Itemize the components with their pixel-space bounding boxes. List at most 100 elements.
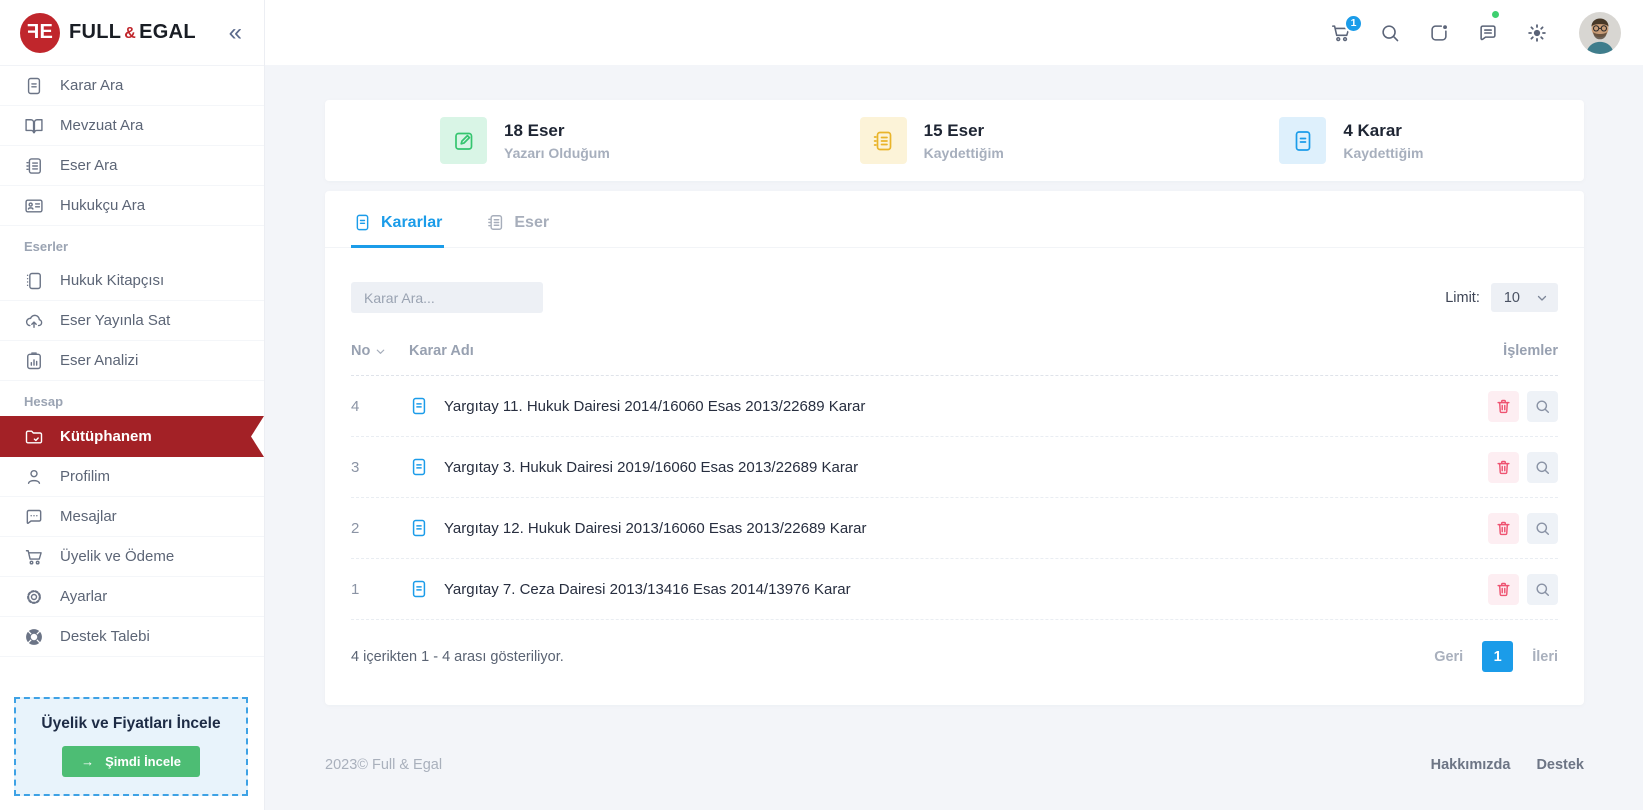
stat-label: Kaydettiğim — [923, 144, 1004, 161]
sidebar-item-eser-ara[interactable]: Eser Ara — [0, 146, 264, 186]
topbar: 1 — [265, 0, 1643, 65]
decision-link[interactable]: Yargıtay 11. Hukuk Dairesi 2014/16060 Es… — [409, 396, 1488, 416]
content-column: 1 18 Eser Yazarı Olduğum 15 Eser Kaydett… — [265, 0, 1643, 810]
limit-control: Limit: 10 — [1445, 283, 1558, 312]
gear-icon — [24, 587, 44, 607]
copyright-text: 2023© Full & Egal — [325, 757, 443, 773]
tab-label: Eser — [514, 213, 550, 231]
column-no[interactable]: No — [351, 343, 409, 359]
stat-saved-works: 15 Eser Kaydettiğim — [745, 117, 1165, 164]
file-text-icon — [409, 457, 429, 477]
sidebar-item-hukukcu-ara[interactable]: Hukukçu Ara — [0, 186, 264, 226]
sidebar-item-karar-ara[interactable]: Karar Ara — [0, 66, 264, 106]
row-number: 4 — [351, 397, 360, 415]
trash-icon — [1497, 521, 1510, 535]
table-footer: 4 içerikten 1 - 4 arası gösteriliyor. Ge… — [351, 620, 1558, 705]
row-actions — [1488, 451, 1558, 483]
sidebar-item-label: Karar Ara — [60, 77, 124, 94]
messages-button[interactable] — [1477, 10, 1499, 44]
delete-button[interactable] — [1488, 451, 1519, 483]
magnifier-icon — [1536, 521, 1550, 535]
footer-link-destek[interactable]: Destek — [1536, 757, 1584, 773]
sidebar-item-eser-yayinla-sat[interactable]: Eser Yayınla Sat — [0, 301, 264, 341]
delete-button[interactable] — [1488, 512, 1519, 544]
book-open-icon — [24, 116, 44, 136]
sidebar-item-uyelik-odeme[interactable]: Üyelik ve Ödeme — [0, 537, 264, 577]
stat-label: Kaydettiğim — [1343, 144, 1424, 161]
stat-authored-works: 18 Eser Yazarı Olduğum — [325, 117, 745, 164]
sidebar-item-label: Eser Ara — [60, 157, 118, 174]
cart-badge: 1 — [1344, 13, 1363, 33]
limit-label: Limit: — [1445, 289, 1480, 306]
row-actions — [1488, 573, 1558, 605]
view-button[interactable] — [1527, 512, 1558, 544]
library-card: Kararlar Eser Limit: 10 — [325, 191, 1584, 705]
promo-title: Üyelik ve Fiyatları İncele — [41, 715, 221, 732]
sidebar-item-mevzuat-ara[interactable]: Mevzuat Ara — [0, 106, 264, 146]
notifications-button[interactable] — [1428, 22, 1450, 44]
row-number: 3 — [351, 458, 360, 476]
table-row: 2 Yargıtay 12. Hukuk Dairesi 2013/16060 … — [351, 498, 1558, 559]
row-actions — [1488, 512, 1558, 544]
pagination-prev[interactable]: Geri — [1434, 649, 1463, 665]
decision-search-input[interactable] — [351, 282, 543, 313]
list-page-icon — [488, 215, 503, 230]
brand-name: FULL & EGAL — [69, 21, 196, 43]
trash-icon — [1497, 399, 1510, 413]
tab-label: Kararlar — [381, 213, 443, 231]
file-text-icon — [356, 214, 369, 231]
delete-button[interactable] — [1488, 573, 1519, 605]
promo-cta-button[interactable]: → Şimdi İncele — [62, 746, 200, 777]
cloud-upload-icon — [24, 311, 44, 331]
stat-value: 4 Karar — [1343, 120, 1402, 140]
life-ring-icon — [24, 627, 44, 647]
pagination: Geri 1 İleri — [1434, 641, 1558, 672]
sidebar-item-destek-talebi[interactable]: Destek Talebi — [0, 617, 264, 657]
decision-link[interactable]: Yargıtay 7. Ceza Dairesi 2013/13416 Esas… — [409, 579, 1488, 599]
sidebar-item-profilim[interactable]: Profilim — [0, 457, 264, 497]
magnifier-icon — [1536, 460, 1550, 474]
row-number: 2 — [351, 519, 360, 537]
sidebar-section-hesap: Hesap — [24, 394, 64, 409]
sidebar-item-ayarlar[interactable]: Ayarlar — [0, 577, 264, 617]
sidebar-item-hukuk-kitapcisi[interactable]: Hukuk Kitapçısı — [0, 261, 264, 301]
sidebar-item-kutuphanem[interactable]: Kütüphanem — [0, 416, 264, 457]
sidebar-item-label: Kütüphanem — [60, 428, 152, 445]
view-button[interactable] — [1527, 451, 1558, 483]
card-body: Limit: 10 No Karar Adı İşlemler — [325, 248, 1584, 705]
limit-select[interactable]: 10 — [1490, 283, 1558, 312]
decision-link[interactable]: Yargıtay 3. Hukuk Dairesi 2019/16060 Esa… — [409, 457, 1488, 477]
theme-toggle-button[interactable] — [1526, 22, 1548, 44]
sidebar-item-label: Mesajlar — [60, 508, 117, 525]
stat-value: 15 Eser — [923, 120, 985, 140]
cart-icon — [24, 547, 44, 567]
pagination-page-1[interactable]: 1 — [1482, 641, 1514, 672]
delete-button[interactable] — [1488, 390, 1519, 422]
footer-link-hakkimizda[interactable]: Hakkımızda — [1431, 757, 1511, 773]
tab-eser[interactable]: Eser — [484, 191, 551, 248]
brand-logo-icon: FE — [20, 12, 60, 53]
main-content: 18 Eser Yazarı Olduğum 15 Eser Kaydettiğ… — [265, 65, 1643, 810]
membership-promo-box: Üyelik ve Fiyatları İncele → Şimdi İncel… — [14, 697, 248, 796]
decision-link[interactable]: Yargıtay 12. Hukuk Dairesi 2013/16060 Es… — [409, 518, 1488, 538]
sidebar-collapse-icon[interactable]: « — [223, 19, 248, 47]
magnifier-icon — [1536, 399, 1550, 413]
tab-kararlar[interactable]: Kararlar — [351, 191, 445, 248]
row-number: 1 — [351, 580, 360, 598]
arrow-right-icon: → — [81, 754, 95, 769]
sidebar-item-eser-analizi[interactable]: Eser Analizi — [0, 341, 264, 381]
view-button[interactable] — [1527, 573, 1558, 605]
pagination-next[interactable]: İleri — [1532, 649, 1558, 665]
cart-button[interactable]: 1 — [1330, 13, 1363, 44]
sidebar-item-label: Eser Yayınla Sat — [60, 312, 171, 329]
table-row: 4 Yargıtay 11. Hukuk Dairesi 2014/16060 … — [351, 376, 1558, 437]
user-avatar[interactable] — [1579, 11, 1621, 54]
sidebar-item-label: Eser Analizi — [60, 352, 139, 369]
sidebar-item-label: Ayarlar — [60, 588, 108, 605]
sidebar-item-mesajlar[interactable]: Mesajlar — [0, 497, 264, 537]
search-button[interactable] — [1379, 22, 1401, 44]
chart-board-icon — [24, 351, 44, 371]
view-button[interactable] — [1527, 390, 1558, 422]
stat-value: 18 Eser — [504, 120, 565, 140]
brand-logo[interactable]: FE FULL & EGAL — [20, 12, 196, 53]
